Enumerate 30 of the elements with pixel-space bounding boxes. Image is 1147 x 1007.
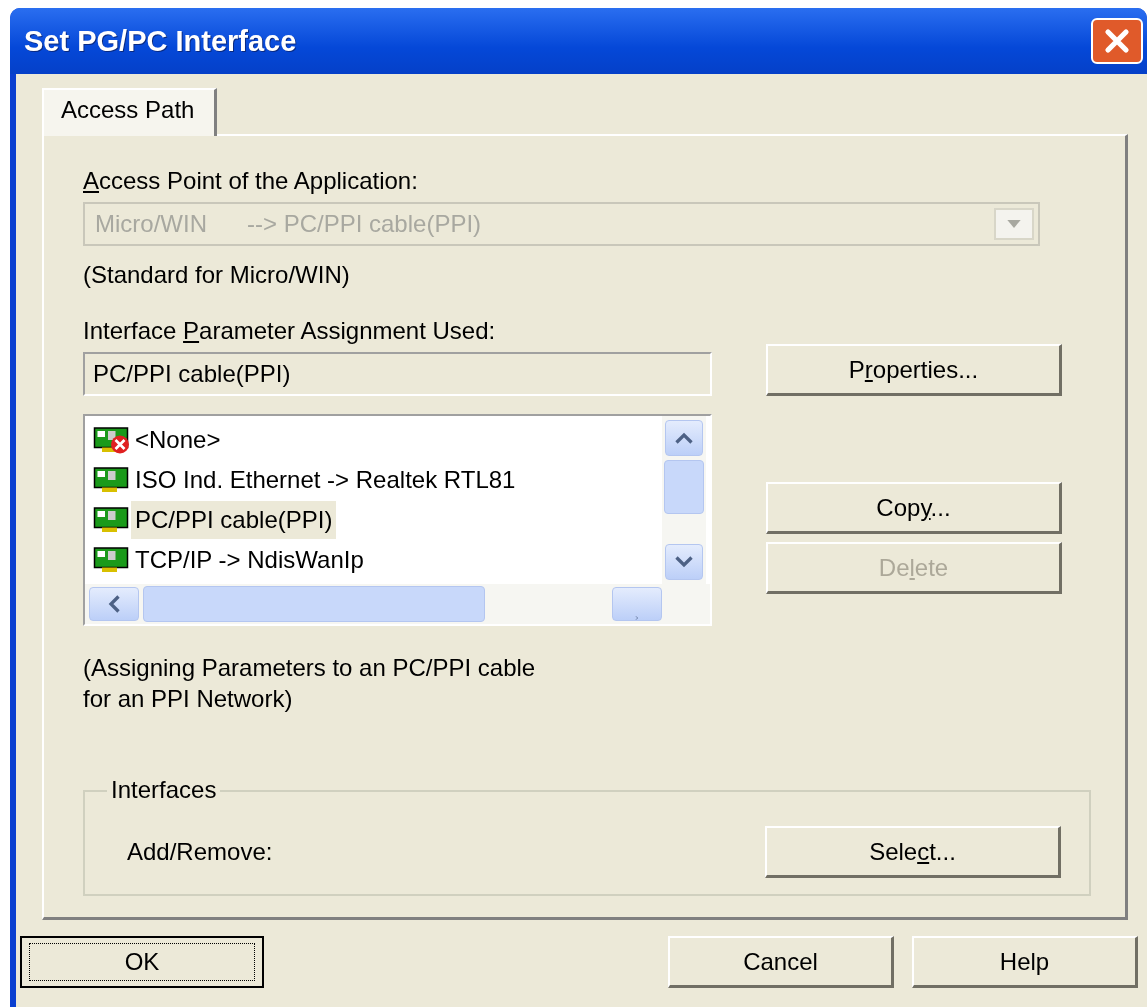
dialog-button[interactable]: Cancel <box>668 936 894 988</box>
dialog-button[interactable]: OK <box>20 936 264 988</box>
add-remove-label: Add/Remove: <box>127 838 273 866</box>
field-label: Access Point of the Application: <box>83 166 418 196</box>
list-item[interactable]: <None> <box>131 421 225 459</box>
card-error-icon <box>93 425 129 455</box>
close-icon[interactable] <box>1102 26 1132 56</box>
assignment-field: PC/PPI cable(PPI) <box>83 352 712 396</box>
horizontal-scrollbar[interactable] <box>85 584 710 624</box>
list-item[interactable]: PC/PPI cable(PPI) <box>131 501 337 539</box>
description-text: for an PPI Network) <box>83 684 294 714</box>
select-button[interactable]: Select... <box>765 826 1061 878</box>
network-card-icon <box>93 545 129 575</box>
scroll-down-icon[interactable] <box>665 544 703 580</box>
list-item[interactable]: TCP/IP -> NdisWanIp <box>131 541 368 579</box>
action-button[interactable]: Properties... <box>766 344 1062 396</box>
dialog-button[interactable]: Help <box>912 936 1138 988</box>
vertical-scrollbar[interactable] <box>662 416 706 584</box>
description-text: (Assigning Parameters to an PC/PPI cable <box>83 653 536 683</box>
note-text: (Standard for Micro/WIN) <box>83 260 350 290</box>
tab[interactable]: Access Path <box>42 88 218 136</box>
scroll-up-icon[interactable] <box>665 420 703 456</box>
close-button[interactable] <box>1091 18 1143 64</box>
action-button[interactable]: Copy... <box>766 482 1062 534</box>
field-label: Interface Parameter Assignment Used: <box>83 316 496 346</box>
network-card-icon <box>93 465 129 495</box>
list-item[interactable]: ISO Ind. Ethernet -> Realtek RTL81 <box>131 461 520 499</box>
window-title: Set PG/PC Interface <box>24 24 297 58</box>
network-card-icon <box>93 505 129 535</box>
scroll-left-icon[interactable] <box>89 587 139 621</box>
